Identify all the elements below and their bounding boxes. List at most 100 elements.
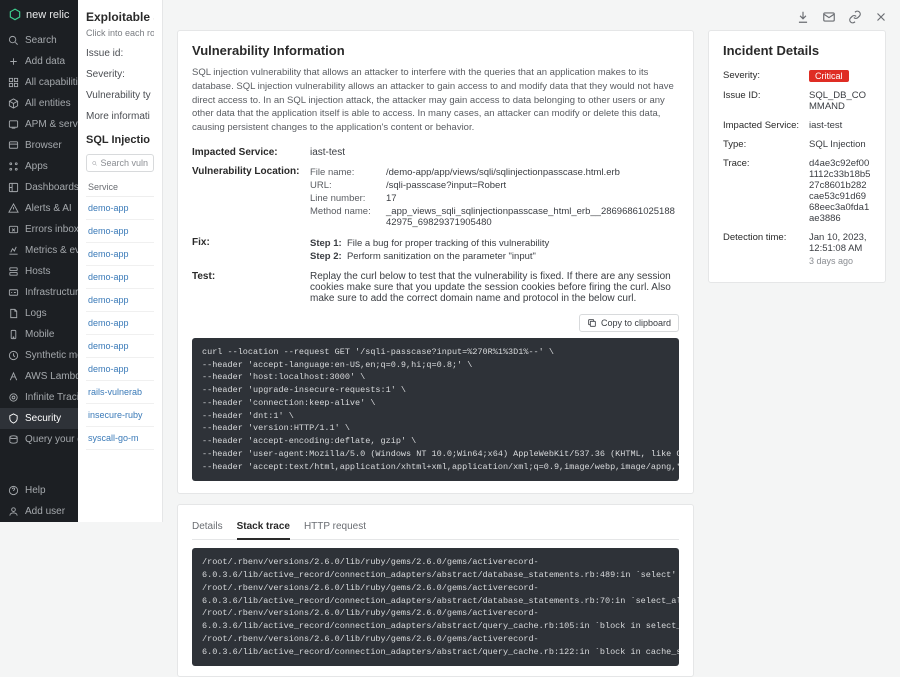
service-row[interactable]: syscall-go-m <box>86 427 154 450</box>
incident-key: Type: <box>723 139 809 150</box>
service-row[interactable]: demo-app <box>86 197 154 220</box>
file-name-label: File name: <box>310 167 386 178</box>
incident-value: SQL Injection <box>809 139 871 150</box>
test-text: Replay the curl below to test that the v… <box>310 271 679 304</box>
errors-icon <box>8 224 19 235</box>
brand-logo[interactable]: new relic <box>0 0 78 30</box>
sidebar-item-add-data[interactable]: Add data <box>0 51 78 72</box>
nav-label: All entities <box>25 98 71 109</box>
impacted-service-label: Impacted Service: <box>192 147 310 158</box>
service-row[interactable]: rails-vulnerab <box>86 381 154 404</box>
nav-label: Infrastructure <box>25 287 78 298</box>
trace-icon <box>8 392 19 403</box>
sidebar-item-query-your-data[interactable]: Query your data <box>0 429 78 450</box>
incident-key: Issue ID: <box>723 90 809 112</box>
sidebar-item-metrics-events[interactable]: Metrics & events <box>0 240 78 261</box>
dash-icon <box>8 182 19 193</box>
brand-text: new relic <box>26 9 69 21</box>
service-row[interactable]: demo-app <box>86 335 154 358</box>
query-icon <box>8 434 19 445</box>
incident-card: Incident Details Severity:CriticalIssue … <box>708 30 886 283</box>
service-row[interactable]: demo-app <box>86 289 154 312</box>
service-header: Service <box>86 178 154 197</box>
link-button[interactable] <box>846 8 864 29</box>
service-row[interactable]: insecure-ruby <box>86 404 154 427</box>
nav-label: Add data <box>25 56 65 67</box>
incident-key: Impacted Service: <box>723 120 809 131</box>
context-panel: Exploitable SQL Click into each row Issu… <box>78 0 163 522</box>
sidebar-item-all-entities[interactable]: All entities <box>0 93 78 114</box>
sidebar: new relic Search Add data All capabilities… <box>0 0 78 522</box>
sidebar-item-apm-services[interactable]: APM & services <box>0 114 78 135</box>
sidebar-item-search[interactable]: Search <box>0 30 78 51</box>
nav-label: Errors inbox <box>25 224 78 235</box>
sidebar-item-all-capabilities[interactable]: All capabilities <box>0 72 78 93</box>
link-icon <box>848 10 862 24</box>
user-icon <box>8 506 19 517</box>
tab-http-request[interactable]: HTTP request <box>304 515 366 539</box>
download-icon <box>796 10 810 24</box>
incident-key: Severity: <box>723 70 809 82</box>
alert-icon <box>8 203 19 214</box>
sidebar-item-security[interactable]: Security <box>0 408 78 429</box>
sidebar-item-aws-lambda-se[interactable]: AWS Lambda se <box>0 366 78 387</box>
sidebar-item-dashboards[interactable]: Dashboards <box>0 177 78 198</box>
sidebar-item-alerts-ai[interactable]: Alerts & AI <box>0 198 78 219</box>
incident-row: Severity:Critical <box>723 66 871 86</box>
nav-label: Infinite Tracing se <box>25 392 78 403</box>
sidebar-footer-add-user[interactable]: Add user <box>0 501 78 522</box>
service-row[interactable]: demo-app <box>86 358 154 381</box>
nav-label: Hosts <box>25 266 51 277</box>
copy-clipboard-button[interactable]: Copy to clipboard <box>579 314 679 332</box>
metrics-icon <box>8 245 19 256</box>
curl-block[interactable]: curl --location --request GET '/sqli-pas… <box>192 338 679 482</box>
nav-label: Search <box>25 35 57 46</box>
service-row[interactable]: demo-app <box>86 220 154 243</box>
search-placeholder: Search vuln <box>100 158 148 168</box>
sidebar-footer-help[interactable]: Help <box>0 480 78 501</box>
nav-label: Mobile <box>25 329 54 340</box>
mail-button[interactable] <box>820 8 838 29</box>
url-value: /sqli-passcase?input=Robert <box>386 180 679 191</box>
search-icon <box>8 35 19 46</box>
sidebar-item-synthetic-monito[interactable]: Synthetic monito <box>0 345 78 366</box>
sidebar-item-hosts[interactable]: Hosts <box>0 261 78 282</box>
fix-step-2: Step 2: Perform sanitization on the para… <box>310 250 679 263</box>
method-value: _app_views_sqli_sqlinjectionpasscase_htm… <box>386 206 679 228</box>
search-input[interactable]: Search vuln <box>86 154 154 172</box>
fix-label: Fix: <box>192 237 310 263</box>
service-row[interactable]: demo-app <box>86 312 154 335</box>
tab-stack-trace[interactable]: Stack trace <box>237 515 290 540</box>
nav-label: AWS Lambda se <box>25 371 78 382</box>
incident-row: Type:SQL Injection <box>723 135 871 154</box>
service-row[interactable]: demo-app <box>86 243 154 266</box>
stack-trace-block[interactable]: /root/.rbenv/versions/2.6.0/lib/ruby/gem… <box>192 548 679 666</box>
search-icon <box>92 159 97 168</box>
sidebar-item-mobile[interactable]: Mobile <box>0 324 78 345</box>
stack-card: Details Stack trace HTTP request /root/.… <box>177 504 694 677</box>
incident-value: Critical <box>809 70 871 82</box>
tab-details[interactable]: Details <box>192 515 223 539</box>
download-button[interactable] <box>794 8 812 29</box>
incident-title: Incident Details <box>723 43 871 58</box>
sidebar-item-errors-inbox[interactable]: Errors inbox <box>0 219 78 240</box>
nav-label: All capabilities <box>25 77 78 88</box>
file-name-value: /demo-app/app/views/sqli/sqlinjectionpas… <box>386 167 679 178</box>
vuln-type-label: Vulnerability ty <box>86 90 154 101</box>
sidebar-item-infinite-tracing-se[interactable]: Infinite Tracing se <box>0 387 78 408</box>
sidebar-item-apps[interactable]: Apps <box>0 156 78 177</box>
mail-icon <box>822 10 836 24</box>
incident-value: SQL_DB_COMMAND <box>809 90 871 112</box>
sidebar-item-browser[interactable]: Browser <box>0 135 78 156</box>
sidebar-item-infrastructure[interactable]: Infrastructure <box>0 282 78 303</box>
service-row[interactable]: demo-app <box>86 266 154 289</box>
main-area: Vulnerability Information SQL injection … <box>163 0 900 522</box>
incident-value: Jan 10, 2023, 12:51:08 AM3 days ago <box>809 232 871 266</box>
grid-icon <box>8 77 19 88</box>
sidebar-item-logs[interactable]: Logs <box>0 303 78 324</box>
nav-label: Query your data <box>25 434 78 445</box>
method-label: Method name: <box>310 206 386 228</box>
cube-icon <box>8 98 19 109</box>
close-button[interactable] <box>872 8 890 29</box>
newrelic-icon <box>8 8 22 22</box>
